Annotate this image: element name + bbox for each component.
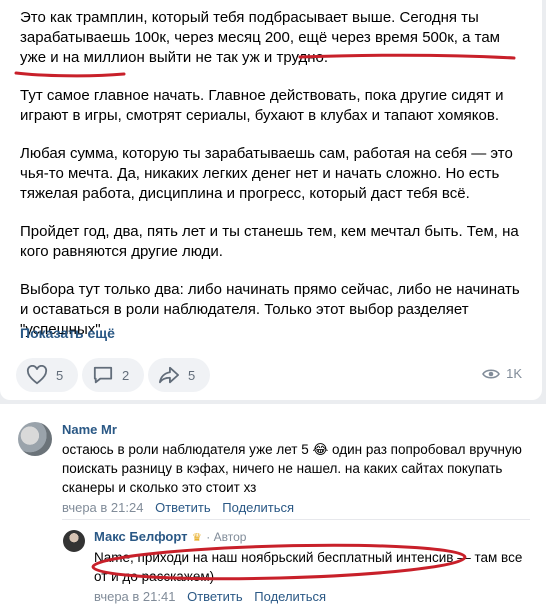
comments-section: Name Mr остаюсь в роли наблюдателя уже л… — [0, 404, 546, 616]
share-button[interactable]: 5 — [148, 358, 210, 392]
post-text: Это как трамплин, который тебя подбрасыв… — [20, 8, 520, 340]
comment-author[interactable]: Name Mr — [62, 422, 532, 437]
views-count: 1K — [506, 366, 522, 381]
comment-meta: вчера в 21:41 Ответить Поделиться — [94, 589, 534, 604]
avatar[interactable] — [18, 422, 52, 456]
post-paragraph: Любая сумма, которую ты зарабатываешь са… — [20, 145, 513, 202]
post-paragraph: Тут самое главное начать. Главное действ… — [20, 87, 504, 124]
comment-count: 2 — [122, 367, 130, 383]
like-button[interactable]: 5 — [16, 358, 78, 392]
comment-icon — [93, 366, 113, 384]
comment-button[interactable]: 2 — [82, 358, 144, 392]
comment: Name Mr остаюсь в роли наблюдателя уже л… — [62, 422, 532, 515]
avatar[interactable] — [63, 530, 85, 552]
post-paragraph: Пройдет год, два, пять лет и ты станешь … — [20, 223, 519, 260]
like-count: 5 — [56, 367, 64, 383]
comment-text: остаюсь в роли наблюдателя уже лет 5 😂 о… — [62, 442, 522, 495]
comment-author[interactable]: Макс Белфорт — [94, 529, 188, 544]
post-actions-bar: 5 2 5 1K — [16, 358, 526, 394]
share-icon — [159, 366, 179, 384]
share-comment-button[interactable]: Поделиться — [222, 500, 294, 515]
reply-button[interactable]: Ответить — [155, 500, 211, 515]
heart-icon — [26, 365, 48, 385]
crown-icon: ♛ — [191, 532, 202, 544]
eye-icon — [482, 368, 501, 379]
reply-button[interactable]: Ответить — [187, 589, 243, 604]
comment-time[interactable]: вчера в 21:24 — [62, 500, 143, 515]
divider — [62, 519, 530, 520]
comment-time[interactable]: вчера в 21:41 — [94, 589, 175, 604]
post-card: Это как трамплин, который тебя подбрасыв… — [0, 0, 542, 400]
comment-text: Name, приходи на наш ноябрьский бесплатн… — [94, 550, 523, 584]
post-paragraph: Это как трамплин, который тебя подбрасыв… — [20, 9, 500, 66]
comment-meta: вчера в 21:24 Ответить Поделиться — [62, 500, 532, 515]
reply-comment: Макс Белфорт ♛ · Автор Name, приходи на … — [94, 528, 534, 604]
share-comment-button[interactable]: Поделиться — [254, 589, 326, 604]
views-counter: 1K — [482, 366, 522, 381]
author-badge: · Автор — [206, 530, 247, 544]
share-count: 5 — [188, 367, 196, 383]
show-more-link[interactable]: Показать ещё — [20, 325, 115, 341]
